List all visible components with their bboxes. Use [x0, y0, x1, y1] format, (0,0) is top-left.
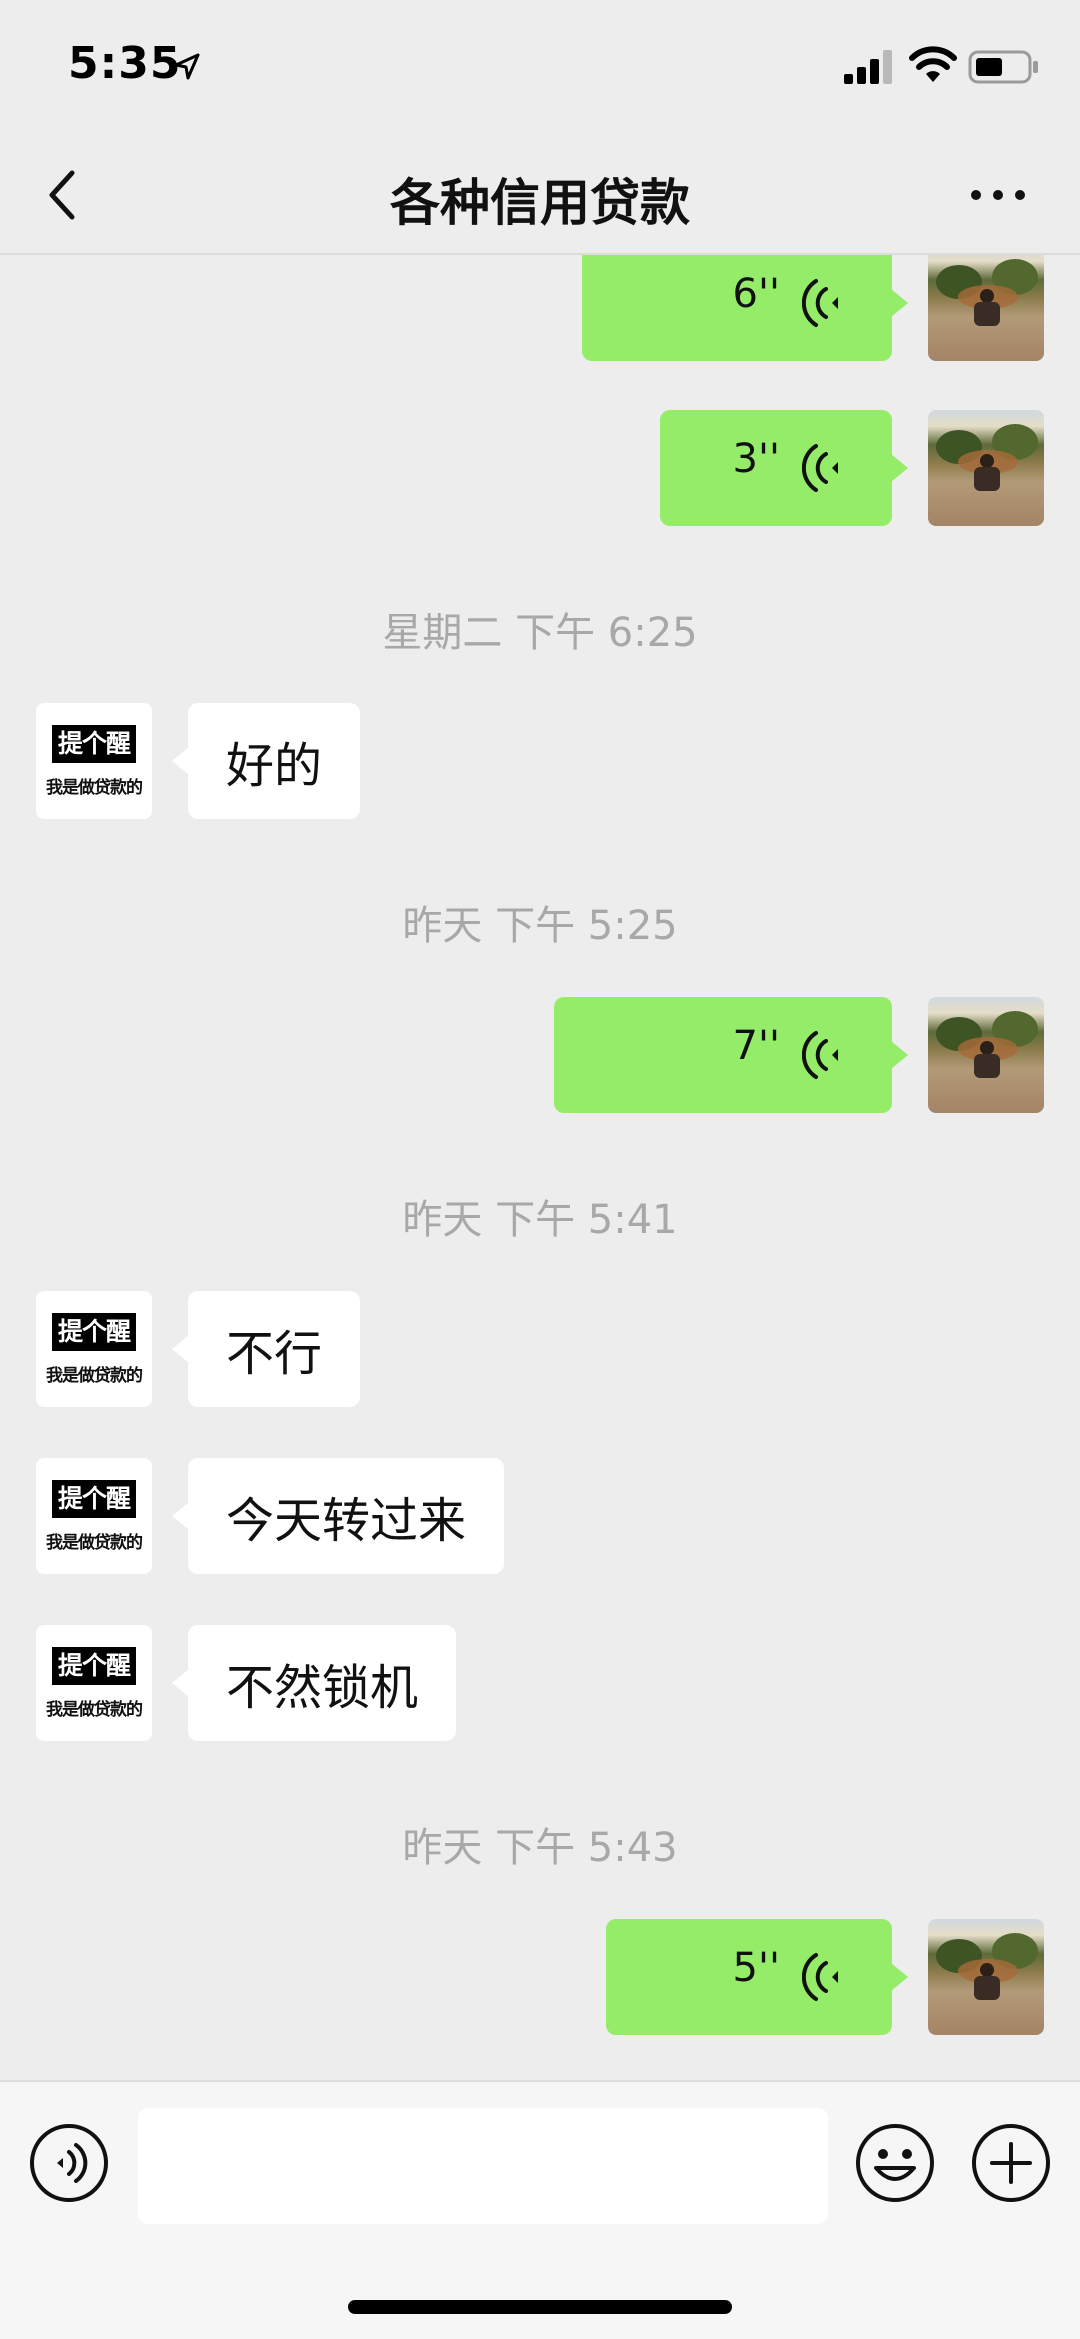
voice-duration: 5'' — [732, 1945, 780, 1991]
contact-avatar[interactable]: 提个醒 我是做贷款的 — [36, 1291, 152, 1407]
voice-message-bubble[interactable]: 7'' — [554, 997, 908, 1113]
avatar-card-title: 提个醒 — [52, 1647, 136, 1685]
message-row: 提个醒 我是做贷款的 不行 — [0, 1291, 1080, 1407]
avatar-card-subtitle: 我是做贷款的 — [46, 1700, 143, 1720]
chat-title: 各种信用贷款 — [390, 174, 690, 232]
message-row: 提个醒 我是做贷款的 今天转过来 — [0, 1458, 1080, 1574]
status-bar: 5:35 — [0, 0, 1080, 135]
contact-avatar[interactable]: 提个醒 我是做贷款的 — [36, 703, 152, 819]
message-list[interactable]: 6'' 3'' 星期二 下午 6:25 提个醒 我是做贷款的 好的 昨天 下午 … — [0, 255, 1080, 2080]
voice-message-bubble[interactable]: 3'' — [660, 410, 908, 526]
voice-input-icon[interactable] — [28, 2122, 110, 2204]
message-text: 不行 — [226, 1326, 323, 1382]
home-indicator[interactable] — [348, 2300, 732, 2314]
message-row: 5'' — [0, 1919, 1080, 2035]
wifi-icon — [909, 46, 957, 82]
avatar-card-title: 提个醒 — [52, 1480, 136, 1518]
voice-duration: 3'' — [732, 436, 780, 482]
message-text: 今天转过来 — [226, 1493, 467, 1549]
status-time: 5:35 — [68, 38, 182, 89]
my-avatar[interactable] — [928, 410, 1044, 526]
voice-duration: 7'' — [732, 1023, 780, 1069]
message-row: 提个醒 我是做贷款的 不然锁机 — [0, 1625, 1080, 1741]
emoji-icon[interactable] — [854, 2122, 936, 2204]
text-message-bubble[interactable]: 不行 — [171, 1291, 361, 1407]
location-arrow-icon — [174, 53, 200, 80]
contact-avatar[interactable]: 提个醒 我是做贷款的 — [36, 1625, 152, 1741]
text-message-bubble[interactable]: 不然锁机 — [171, 1625, 457, 1741]
voice-playback-icon — [802, 1031, 838, 1079]
message-text: 好的 — [226, 738, 323, 794]
message-row: 6'' — [0, 255, 1080, 361]
chat-header: 各种信用贷款 — [0, 135, 1080, 255]
avatar-card-subtitle: 我是做贷款的 — [46, 1366, 143, 1386]
timestamp-label: 昨天 下午 5:25 — [402, 903, 678, 949]
message-input[interactable] — [138, 2108, 828, 2224]
battery-icon — [968, 50, 1038, 84]
voice-duration: 6'' — [732, 271, 780, 317]
my-avatar[interactable] — [928, 1919, 1044, 2035]
timestamp-label: 星期二 下午 6:25 — [382, 610, 698, 656]
text-message-bubble[interactable]: 好的 — [171, 703, 361, 819]
timestamp-label: 昨天 下午 5:43 — [402, 1825, 678, 1871]
timestamp-label: 昨天 下午 5:41 — [402, 1197, 678, 1243]
avatar-card-subtitle: 我是做贷款的 — [46, 778, 143, 798]
contact-avatar[interactable]: 提个醒 我是做贷款的 — [36, 1458, 152, 1574]
voice-message-bubble[interactable]: 6'' — [582, 255, 908, 361]
avatar-card-subtitle: 我是做贷款的 — [46, 1533, 143, 1553]
message-row: 提个醒 我是做贷款的 好的 — [0, 703, 1080, 819]
message-row: 3'' — [0, 410, 1080, 526]
signal-icon — [844, 50, 892, 84]
my-avatar[interactable] — [928, 255, 1044, 361]
avatar-card-title: 提个醒 — [52, 725, 136, 763]
voice-playback-icon — [802, 1953, 838, 2001]
voice-playback-icon — [802, 444, 838, 492]
plus-icon[interactable] — [970, 2122, 1052, 2204]
voice-message-bubble[interactable]: 5'' — [606, 1919, 908, 2035]
avatar-card-title: 提个醒 — [52, 1313, 136, 1351]
more-icon[interactable] — [966, 175, 1030, 215]
text-message-bubble[interactable]: 今天转过来 — [171, 1458, 505, 1574]
voice-playback-icon — [802, 279, 838, 327]
message-row: 7'' — [0, 997, 1080, 1113]
message-text: 不然锁机 — [226, 1660, 419, 1716]
my-avatar[interactable] — [928, 997, 1044, 1113]
